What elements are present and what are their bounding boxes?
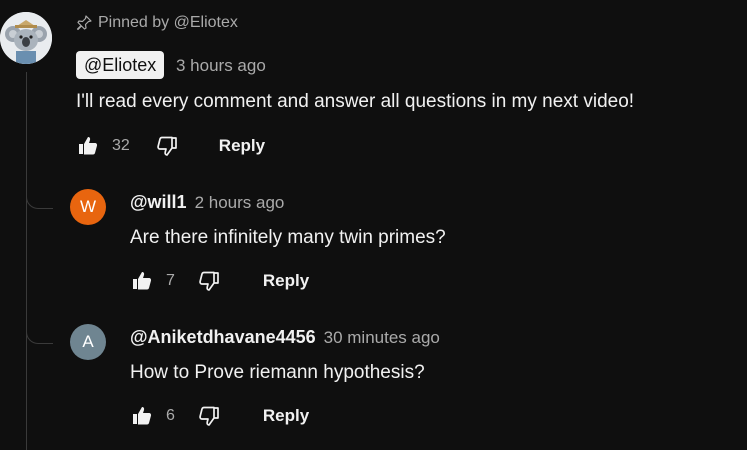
reply-text: How to Prove riemann hypothesis?	[130, 362, 425, 383]
thumbs-up-icon	[79, 137, 98, 155]
reply-branch-line	[26, 186, 53, 209]
pinned-label: Pinned by @Eliotex	[76, 14, 238, 32]
like-count: 32	[112, 137, 130, 154]
thumbs-down-icon	[199, 271, 219, 291]
dislike-button[interactable]	[197, 269, 221, 293]
reply-avatar[interactable]: W	[70, 189, 106, 225]
pin-icon	[76, 15, 92, 31]
reply-branch-line	[26, 321, 53, 344]
dislike-button[interactable]	[155, 134, 179, 158]
avatar-letter: A	[82, 332, 94, 351]
koala-avatar-icon	[0, 12, 52, 64]
thread-line	[26, 72, 27, 450]
like-button[interactable]	[130, 269, 154, 293]
author-avatar[interactable]	[0, 12, 52, 64]
reply-actions: 6 Reply	[130, 404, 309, 428]
thumbs-up-icon	[133, 272, 152, 290]
author-chip[interactable]: @Eliotex	[76, 51, 165, 79]
like-button[interactable]	[76, 134, 100, 158]
reply-avatar[interactable]: A	[70, 324, 106, 360]
dislike-button[interactable]	[197, 404, 221, 428]
reply-button[interactable]: Reply	[219, 136, 265, 156]
comment-text: I'll read every comment and answer all q…	[76, 91, 635, 112]
reply-header: @will1 2 hours ago	[130, 192, 284, 213]
reply-button[interactable]: Reply	[263, 271, 309, 291]
thumbs-down-icon	[199, 406, 219, 426]
like-count: 6	[166, 407, 175, 424]
reply-time[interactable]: 2 hours ago	[195, 193, 285, 213]
like-count: 7	[166, 272, 175, 289]
thumbs-up-icon	[133, 407, 152, 425]
reply-button[interactable]: Reply	[263, 406, 309, 426]
reply-author[interactable]: @will1	[130, 192, 187, 213]
comment-time[interactable]: 3 hours ago	[176, 56, 266, 76]
comment-actions: 32 Reply	[76, 134, 265, 158]
reply-actions: 7 Reply	[130, 269, 309, 293]
avatar-letter: W	[79, 197, 97, 216]
thumbs-down-icon	[156, 136, 177, 156]
reply-time[interactable]: 30 minutes ago	[324, 328, 440, 348]
reply-header: @Aniketdhavane4456 30 minutes ago	[130, 327, 440, 348]
reply-author[interactable]: @Aniketdhavane4456	[130, 327, 316, 348]
like-button[interactable]	[130, 404, 154, 428]
pinned-text: Pinned by @Eliotex	[98, 14, 238, 31]
reply-text: Are there infinitely many twin primes?	[130, 227, 446, 248]
